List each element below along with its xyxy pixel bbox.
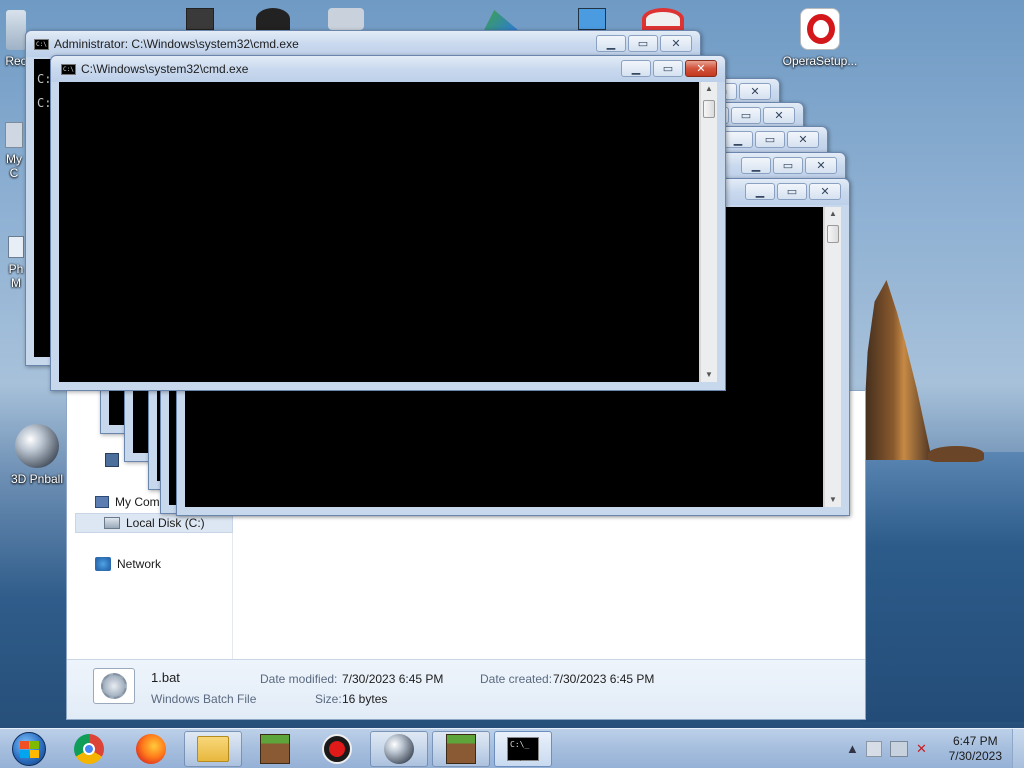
scroll-thumb[interactable] [827,225,839,243]
window-controls: ▁ ▭ ✕ [723,131,819,149]
close-button[interactable]: ✕ [787,131,819,148]
computer-icon [5,122,23,148]
vertical-scrollbar[interactable]: ▲ ▼ [700,82,717,382]
close-button[interactable]: ✕ [763,107,795,124]
window-controls: ▁ ▭ ✕ [741,157,837,175]
wallpaper-rock [928,446,984,462]
vertical-scrollbar[interactable]: ▲ ▼ [824,207,841,507]
minimize-button[interactable]: ▁ [596,35,626,52]
app-icon[interactable] [186,8,214,30]
mouse-cursor-icon [520,751,526,761]
details-filetype: Windows Batch File [151,692,257,706]
date-created-value: 7/30/2023 6:45 PM [553,672,655,686]
date-created-label: Date created: [480,672,553,686]
recycle-bin-icon [6,10,26,50]
cmd-icon: C:\ [61,64,76,75]
computer-icon [95,496,109,508]
windows-logo-icon [12,732,46,766]
scroll-up-arrow-icon[interactable]: ▲ [825,207,841,221]
desktop-icon-my-computer[interactable]: My C [2,122,26,180]
taskbar-firefox[interactable] [122,731,180,767]
taskbar-pinball[interactable] [370,731,428,767]
nav-item-network[interactable]: Network [95,557,161,571]
shortcut-icon [8,236,24,258]
taskbar-recorder[interactable] [308,731,366,767]
size-label: Size: [315,692,342,706]
start-button[interactable] [2,731,56,767]
cmd-icon: C:\ [34,39,49,50]
taskbar-explorer[interactable] [184,731,242,767]
window-controls: ▁ ▭ ✕ [596,35,692,53]
close-button[interactable]: ✕ [805,157,837,174]
maximize-button[interactable]: ▭ [773,157,803,174]
minimize-button[interactable]: ▁ [741,157,771,174]
minimize-button[interactable]: ▁ [745,183,775,200]
show-desktop-button[interactable] [1012,729,1024,768]
record-icon[interactable] [256,8,290,30]
system-clock[interactable]: 6:47 PM 7/30/2023 [949,734,1002,764]
pinball-icon [384,734,414,764]
minimize-button[interactable]: ▁ [621,60,651,77]
minimize-button[interactable]: ▁ [723,131,753,148]
date-modified-label: Date modified: [260,672,338,686]
maximize-button[interactable]: ▭ [777,183,807,200]
scroll-down-arrow-icon[interactable]: ▼ [825,493,841,507]
details-pane: 1.bat Windows Batch File Date modified: … [67,659,865,719]
desktop-icon-opera-setup[interactable]: OperaSetup... [780,8,860,68]
network-icon [95,557,111,571]
taskbar-minecraft[interactable] [246,731,304,767]
console-area[interactable] [59,82,699,382]
folder-icon [197,736,229,762]
minecraft-grass-block-icon [446,734,476,764]
close-button[interactable]: ✕ [809,183,841,200]
app-icon-5[interactable] [642,8,684,30]
opera-icon [800,8,840,50]
window-controls: ▁ ▭ ✕ [621,60,717,78]
window-title: C:\Windows\system32\cmd.exe [81,62,249,76]
close-button[interactable]: ✕ [660,35,692,52]
pinball-icon [15,424,59,468]
batch-file-icon [93,668,135,704]
window-controls: ▁ ▭ ✕ [745,183,841,201]
desktop-icon-pinball[interactable]: 3D Pnball [6,424,68,486]
scroll-up-arrow-icon[interactable]: ▲ [701,82,717,96]
minecraft-grass-block-icon [260,734,290,764]
scroll-down-arrow-icon[interactable]: ▼ [701,368,717,382]
firefox-icon [136,734,166,764]
network-tray-icon[interactable] [890,741,908,757]
scroll-thumb[interactable] [703,100,715,118]
maximize-button[interactable]: ▭ [628,35,658,52]
clock-time: 6:47 PM [952,734,998,748]
record-icon [322,734,352,764]
show-hidden-icons-icon[interactable]: ▲ [846,741,859,756]
taskbar-cmd[interactable]: C:\_ [494,731,552,767]
wallpaper-sea [860,452,1024,722]
chrome-icon [74,734,104,764]
taskbar-chrome[interactable] [60,731,118,767]
wallpaper-cliff [862,280,932,460]
details-filename: 1.bat [151,670,180,685]
front-cmd-window[interactable]: C:\ C:\Windows\system32\cmd.exe ▁ ▭ ✕ ▲ … [50,55,726,391]
app-icon-3[interactable] [484,10,518,30]
close-button[interactable]: ✕ [685,60,717,77]
drive-icon [104,517,120,529]
app-icon-2[interactable] [328,8,364,30]
date-modified-value: 7/30/2023 6:45 PM [342,672,444,686]
nav-item-local-disk[interactable]: Local Disk (C:) [75,513,233,533]
maximize-button[interactable]: ▭ [653,60,683,77]
size-value: 16 bytes [342,692,388,706]
maximize-button[interactable]: ▭ [731,107,761,124]
app-icon-4[interactable] [578,8,606,30]
close-button[interactable]: ✕ [739,83,771,100]
taskbar-minecraft-2[interactable] [432,731,490,767]
action-center-icon[interactable] [866,741,882,757]
maximize-button[interactable]: ▭ [755,131,785,148]
volume-muted-icon[interactable]: ✕ [916,741,927,757]
window-title: Administrator: C:\Windows\system32\cmd.e… [54,37,299,51]
taskbar: C:\_ ▲ ✕ 6:47 PM 7/30/2023 [0,728,1024,768]
clock-date: 7/30/2023 [948,749,1002,763]
film-icon [105,453,119,467]
